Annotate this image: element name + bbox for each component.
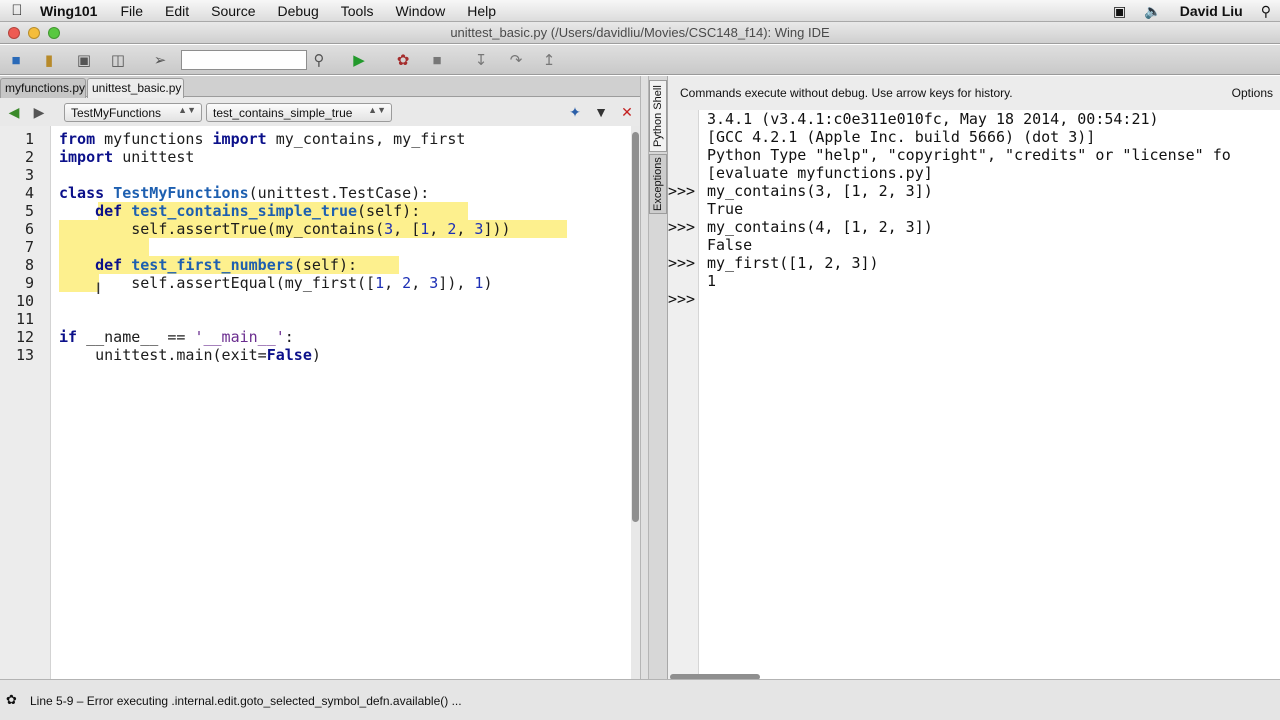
method-dropdown-value: test_contains_simple_true	[213, 106, 353, 120]
line-number: 10	[15, 292, 34, 310]
menu-window[interactable]: Window	[384, 3, 456, 19]
dropdown-arrows-icon: ▲▼	[368, 105, 386, 115]
tab-myfunctions[interactable]: myfunctions.py	[0, 78, 86, 98]
shell-output-line: [evaluate myfunctions.py]	[707, 164, 933, 182]
code-line-4: class TestMyFunctions(unittest.TestCase)…	[59, 184, 430, 202]
run-icon[interactable]: ▶	[349, 50, 369, 70]
line-number: 5	[24, 202, 34, 220]
code-line-5: def test_contains_simple_true(self):	[95, 202, 421, 220]
screen-record-icon[interactable]: ▣	[1104, 3, 1135, 20]
code-line-1: from myfunctions import my_contains, my_…	[59, 130, 466, 148]
shell-prompt: >>>	[668, 182, 696, 200]
code-line-2: import unittest	[59, 148, 195, 166]
step-over-icon[interactable]: ↷	[506, 50, 526, 70]
dropdown-arrows-icon: ▲▼	[178, 105, 196, 115]
new-file-icon[interactable]: ■	[6, 50, 26, 70]
line-number: 2	[24, 148, 34, 166]
line-number: 12	[15, 328, 34, 346]
shell-prompt-column: >>> >>> >>> >>>	[668, 110, 699, 679]
toolbar: ■ ▮ ▣ ◫ ➢ ⚲ ▶ ✿ ■ ↧ ↷ ↥	[0, 45, 1280, 75]
panel-splitter[interactable]	[640, 76, 649, 679]
window-title: unittest_basic.py (/Users/davidliu/Movie…	[450, 25, 830, 40]
class-dropdown-value: TestMyFunctions	[71, 106, 162, 120]
shell-input-line: my_contains(4, [1, 2, 3])	[707, 218, 933, 236]
code-line-13: unittest.main(exit=False)	[59, 346, 321, 364]
save-all-icon[interactable]: ◫	[108, 50, 128, 70]
menu-file[interactable]: File	[109, 3, 154, 19]
shell-input-line: my_first([1, 2, 3])	[707, 254, 879, 272]
line-number: 7	[24, 238, 34, 256]
search-icon[interactable]: ⚲	[309, 50, 329, 70]
editor-panel: myfunctions.py unittest_basic.py ◀ ▶ Tes…	[0, 76, 640, 679]
code-line-6: self.assertTrue(my_contains(3, [1, 2, 3]…	[59, 220, 511, 238]
menu-source[interactable]: Source	[200, 3, 266, 19]
code-line-12: if __name__ == '__main__':	[59, 328, 294, 346]
apple-icon[interactable]: 	[0, 2, 34, 19]
toolbar-search-input[interactable]	[181, 50, 307, 70]
shell-prompt: >>>	[668, 218, 696, 236]
menu-edit[interactable]: Edit	[154, 3, 200, 19]
shell-output-line: [GCC 4.2.1 (Apple Inc. build 5666) (dot …	[707, 128, 1096, 146]
code-line-9: self.assertEqual(my_first([1, 2, 3]), 1)	[59, 274, 493, 292]
step-out-icon[interactable]: ↥	[539, 50, 559, 70]
tab-exceptions[interactable]: Exceptions	[649, 154, 667, 214]
menu-bar:  Wing101 File Edit Source Debug Tools W…	[0, 0, 1280, 22]
pin-icon[interactable]: ✦	[567, 104, 583, 120]
tab-python-shell[interactable]: Python Shell	[649, 80, 667, 152]
status-message: Line 5-9 – Error executing .internal.edi…	[30, 694, 462, 708]
python-shell[interactable]: Commands execute without debug. Use arro…	[668, 76, 1280, 680]
debug-bug-icon[interactable]: ✿	[393, 50, 413, 70]
menu-help[interactable]: Help	[456, 3, 507, 19]
step-into-icon[interactable]: ↧	[471, 50, 491, 70]
menu-debug[interactable]: Debug	[267, 3, 330, 19]
line-number: 4	[24, 184, 34, 202]
code-editor[interactable]: 1 2 3 4 5 6 7 8 9 10 11 12 13 from myfun…	[0, 126, 631, 679]
line-number: 6	[24, 220, 34, 238]
shell-header: Commands execute without debug. Use arro…	[668, 76, 1280, 110]
method-dropdown[interactable]: test_contains_simple_true ▲▼	[206, 103, 392, 122]
selection-highlight	[59, 238, 149, 256]
close-editor-icon[interactable]: ✕	[619, 104, 635, 120]
line-number: 8	[24, 256, 34, 274]
line-number-gutter: 1 2 3 4 5 6 7 8 9 10 11 12 13	[0, 126, 51, 679]
line-number: 1	[24, 130, 34, 148]
shell-input-line: my_contains(3, [1, 2, 3])	[707, 182, 933, 200]
code-line-8: def test_first_numbers(self):	[95, 256, 358, 274]
shell-prompt: >>>	[668, 290, 696, 308]
back-arrow-icon[interactable]: ◀	[6, 104, 22, 120]
class-dropdown[interactable]: TestMyFunctions ▲▼	[64, 103, 202, 122]
bug-icon: ✿	[6, 692, 17, 707]
shell-output-line: True	[707, 200, 744, 218]
options-button[interactable]: Options	[1232, 86, 1273, 100]
window-title-bar: unittest_basic.py (/Users/davidliu/Movie…	[0, 22, 1280, 44]
line-number: 3	[24, 166, 34, 184]
editor-tabs: myfunctions.py unittest_basic.py	[0, 76, 640, 98]
shell-output-line: Python Type "help", "copyright", "credit…	[707, 146, 1231, 164]
status-bar: ✿ Line 5-9 – Error executing .internal.e…	[0, 679, 1280, 720]
shell-output-line: False	[707, 236, 753, 254]
text-cursor-icon: I	[96, 279, 101, 298]
app-menu[interactable]: Wing101	[34, 3, 109, 19]
volume-icon[interactable]: 🔈	[1135, 3, 1170, 20]
shell-output-line: 3.4.1 (v3.4.1:c0e311e010fc, May 18 2014,…	[707, 110, 1159, 128]
spotlight-search-icon[interactable]: ⚲	[1252, 3, 1280, 20]
menu-tools[interactable]: Tools	[330, 3, 385, 19]
user-menu[interactable]: David Liu	[1171, 3, 1252, 19]
line-number: 9	[24, 274, 34, 292]
options-menu-icon[interactable]: ▼	[593, 104, 609, 120]
shell-output-line: 1	[707, 272, 717, 290]
shell-info-text: Commands execute without debug. Use arro…	[680, 86, 1013, 100]
line-number: 11	[15, 310, 34, 328]
select-icon[interactable]: ➢	[150, 50, 170, 70]
stop-icon[interactable]: ■	[427, 50, 447, 70]
open-file-icon[interactable]: ▮	[39, 50, 59, 70]
editor-navigation-bar: ◀ ▶ TestMyFunctions ▲▼ test_contains_sim…	[0, 98, 640, 126]
save-icon[interactable]: ▣	[74, 50, 94, 70]
line-number: 13	[15, 346, 34, 364]
shell-prompt: >>>	[668, 254, 696, 272]
tool-side-tabs: Python Shell Exceptions	[649, 76, 668, 679]
tab-unittest-basic[interactable]: unittest_basic.py	[87, 78, 184, 98]
forward-arrow-icon[interactable]: ▶	[31, 104, 47, 120]
editor-vertical-scrollbar[interactable]	[632, 132, 639, 522]
